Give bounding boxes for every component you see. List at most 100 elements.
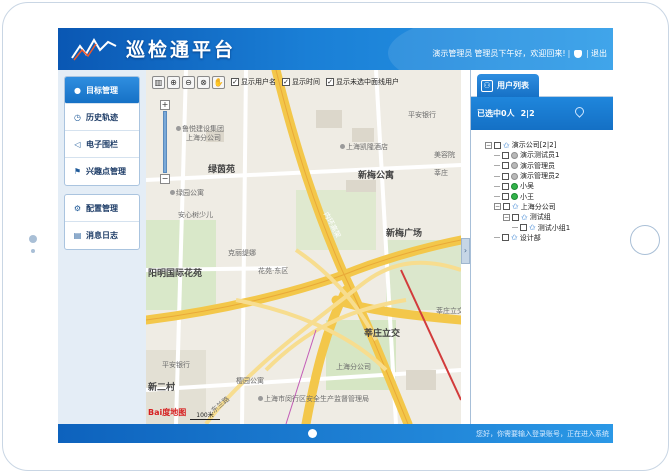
tree-node-label: 演示管理员2 <box>520 172 560 181</box>
tree-org-row[interactable]: ✩ 测试小组1 <box>485 222 613 232</box>
zoom-in-icon[interactable]: ⊕ <box>167 75 180 89</box>
tree-connector <box>494 175 500 177</box>
zoom-plus-icon[interactable]: + <box>160 100 170 110</box>
tree-checkbox[interactable] <box>512 213 519 221</box>
tree-connector <box>512 227 518 229</box>
tab-user-list[interactable]: ⚇ 用户列表 <box>477 74 539 97</box>
tree-user-row[interactable]: 小吴 <box>485 181 613 191</box>
locate-pin-icon[interactable] <box>573 105 586 118</box>
org-icon: ✩ <box>529 223 536 233</box>
tree-checkbox[interactable] <box>502 162 509 170</box>
map-toolbar: ▥ ⊕ ⊖ ⊗ ✋ ✓ 显示用户名 ✓ 显示时间 ✓ 显示未选中面线用户 <box>152 74 399 90</box>
tree-node-label: 测试小组1 <box>537 223 571 232</box>
selection-status-bar: 已选中0人 2|2 <box>471 97 613 130</box>
zoom-slider[interactable]: + − <box>160 100 170 184</box>
tree-checkbox[interactable] <box>502 172 509 180</box>
speaker-icon[interactable] <box>574 49 583 58</box>
org-icon: ✩ <box>521 212 528 222</box>
tree-node-label: 小王 <box>520 192 534 201</box>
zoom-out-icon[interactable]: ⊖ <box>182 75 195 89</box>
poi-marker[interactable] <box>258 396 263 401</box>
map-scale: 100米 <box>190 410 220 420</box>
online-status-icon <box>511 193 518 201</box>
collapse-toggle-icon[interactable]: − <box>503 213 510 221</box>
footer-message: 您好，你需要输入登录账号，正在进入系统 <box>476 430 609 438</box>
zoom-track[interactable] <box>163 111 167 173</box>
collapse-toggle-icon[interactable]: − <box>494 203 501 211</box>
user-list-panel: ⚇ 用户列表 已选中0人 2|2 − ✩ 演示公司[2|2] 演示测试员1 演示管理员演… <box>470 70 613 424</box>
map-label: 新二村 <box>148 383 176 393</box>
checkbox-icon[interactable]: ✓ <box>326 78 334 86</box>
show-time-toggle[interactable]: ✓ 显示时间 <box>282 77 320 87</box>
logout-link[interactable]: 退出 <box>591 48 607 59</box>
logo-icon <box>71 38 117 61</box>
tree-connector <box>494 185 500 187</box>
map-label: 上海分公司 <box>336 363 371 371</box>
tree-org-row[interactable]: − ✩ 上海分公司 <box>485 202 613 212</box>
tree-user-row[interactable]: 演示管理员2 <box>485 171 613 181</box>
tree-checkbox[interactable] <box>494 141 501 149</box>
tree-checkbox[interactable] <box>502 234 509 242</box>
tree-org-row[interactable]: − ✩ 测试组 <box>485 212 613 222</box>
tree-node-label: 测试组 <box>529 213 551 222</box>
map-label: 新梅广场 <box>386 229 423 239</box>
tree-org-row[interactable]: − ✩ 演示公司[2|2] <box>485 140 613 150</box>
zoom-minus-icon[interactable]: − <box>160 174 170 184</box>
nav-item-label: 目标管理 <box>86 85 118 95</box>
tree-user-row[interactable]: 小王 <box>485 191 613 201</box>
tree-checkbox[interactable] <box>520 224 527 232</box>
tree-checkbox[interactable] <box>502 182 509 190</box>
poi-marker[interactable] <box>176 126 181 131</box>
nav-item-message-log[interactable]: ▤ 消息日志 <box>65 222 139 249</box>
nav-item-label: 配置管理 <box>86 203 118 213</box>
checkbox-icon[interactable]: ✓ <box>231 78 239 86</box>
nav-item-poi-management[interactable]: ⚑ 兴趣点管理 <box>65 158 139 185</box>
poi-marker[interactable] <box>340 144 345 149</box>
map-label: 绿园公寓 <box>176 189 204 197</box>
tree-user-row[interactable]: 演示管理员 <box>485 161 613 171</box>
tree-user-row[interactable]: 演示测试员1 <box>485 150 613 160</box>
show-unselected-toggle[interactable]: ✓ 显示未选中面线用户 <box>326 77 399 87</box>
nav-item-geofence[interactable]: ◁ 电子围栏 <box>65 131 139 158</box>
home-button[interactable] <box>630 225 660 255</box>
pan-hand-icon[interactable]: ✋ <box>212 75 225 89</box>
toggle-label: 显示未选中面线用户 <box>336 78 399 86</box>
show-username-toggle[interactable]: ✓ 显示用户名 <box>231 77 276 87</box>
map-label: 绿茵苑 <box>208 165 236 175</box>
log-icon: ▤ <box>73 231 82 240</box>
collapse-toggle-icon[interactable]: − <box>485 141 492 149</box>
user-role: 演示管理员 <box>432 49 473 58</box>
map-label: 克丽缇娜 <box>228 249 256 257</box>
org-icon: ✩ <box>512 202 519 212</box>
tree-checkbox[interactable] <box>502 151 509 159</box>
history-icon: ◷ <box>74 112 81 122</box>
tree-connector <box>494 196 500 198</box>
sensor-icon <box>31 249 35 253</box>
offline-status-icon <box>511 151 518 159</box>
poi-marker[interactable] <box>170 190 175 195</box>
nav-item-config[interactable]: ⚙ 配置管理 <box>65 195 139 222</box>
nav-item-target-management[interactable]: ● 目标管理 <box>65 77 139 104</box>
nav-item-label: 兴趣点管理 <box>86 167 126 176</box>
tree-node-label: 小吴 <box>520 182 534 191</box>
tree-node-label: 上海分公司 <box>520 202 556 211</box>
panel-collapse-button[interactable]: › <box>461 238 470 264</box>
map-label: 花苑·东区 <box>258 267 289 275</box>
locate-icon[interactable]: ⊗ <box>197 75 210 89</box>
online-count: 2|2 <box>520 109 535 118</box>
tree-checkbox[interactable] <box>502 193 509 201</box>
map-view[interactable]: ▥ ⊕ ⊖ ⊗ ✋ ✓ 显示用户名 ✓ 显示时间 ✓ 显示未选中面线用户 + − <box>146 70 461 424</box>
nav-group-system: ⚙ 配置管理 ▤ 消息日志 <box>64 194 140 250</box>
nav-group-main: ● 目标管理 ◷ 历史轨迹 ◁ 电子围栏 ⚑ 兴趣点管理 <box>64 76 140 186</box>
nav-item-history-track[interactable]: ◷ 历史轨迹 <box>65 104 139 131</box>
nav-item-label: 消息日志 <box>86 231 118 240</box>
layers-icon[interactable]: ▥ <box>152 75 165 89</box>
tree-org-row[interactable]: ✩ 设计部 <box>485 233 613 243</box>
map-label: 阳明国际花苑 <box>148 269 203 279</box>
pin-icon: ● <box>74 85 81 95</box>
tree-checkbox[interactable] <box>503 203 510 211</box>
camera-icon <box>29 235 37 243</box>
app-screen: 巡检通平台 演示管理员 管理员下午好，欢迎回来! | | 退出 ● 目标管理 ◷… <box>58 28 613 443</box>
checkbox-icon[interactable]: ✓ <box>282 78 290 86</box>
map-label: 上海市闵行区安全生产监督管理局 <box>264 395 369 403</box>
